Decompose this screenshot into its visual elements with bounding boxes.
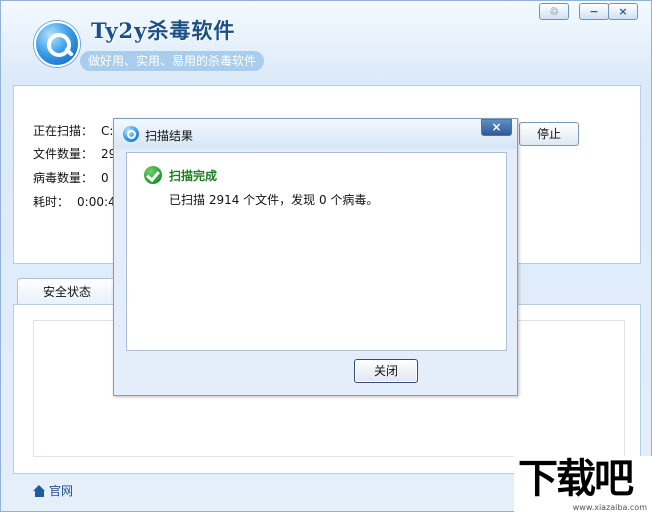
- scan-current-label: 正在扫描：: [33, 124, 94, 138]
- watermark-url: www.xiazaiba.com: [572, 503, 647, 512]
- scan-row-files: 文件数量：291: [33, 145, 124, 162]
- minimize-button[interactable]: −: [579, 3, 609, 20]
- check-circle-icon: [144, 166, 162, 184]
- dialog-close-action-button[interactable]: 关闭: [354, 359, 418, 383]
- dialog-title: 扫描结果: [145, 129, 194, 143]
- homepage-link[interactable]: 官网: [33, 482, 73, 499]
- scan-complete-title: 扫描完成: [169, 169, 218, 183]
- dialog-body: 扫描完成 已扫描 2914 个文件，发现 0 个病毒。: [126, 152, 507, 351]
- app-slogan: 做好用、实用、易用的杀毒软件: [80, 51, 265, 71]
- skin-button[interactable]: ♲: [539, 3, 569, 20]
- app-title: Ty2y杀毒软件: [91, 18, 236, 43]
- tab-security-status[interactable]: 安全状态: [17, 278, 117, 305]
- scan-result-message: 已扫描 2914 个文件，发现 0 个病毒。: [169, 193, 379, 207]
- dialog-close-button[interactable]: ×: [481, 119, 512, 136]
- dialog-titlebar: 扫描结果: [114, 119, 517, 149]
- scan-result-dialog: 扫描结果 × 扫描完成 已扫描 2914 个文件，发现 0 个病毒。 关闭: [113, 118, 518, 396]
- close-button[interactable]: ×: [608, 3, 638, 20]
- dialog-app-icon: [123, 126, 139, 142]
- homepage-label: 官网: [49, 484, 74, 498]
- scan-row-current: 正在扫描： C:\: [33, 122, 117, 139]
- app-logo-icon: [34, 21, 80, 67]
- watermark-logo: 下载吧 www.xiazaiba.com: [514, 456, 652, 512]
- home-icon: [33, 484, 46, 497]
- scan-viruses-label: 病毒数量：: [33, 171, 94, 185]
- scan-row-elapsed: 耗时： 0:00:45: [33, 193, 123, 210]
- scan-files-label: 文件数量：: [33, 147, 94, 161]
- stop-button[interactable]: 停止: [519, 122, 579, 146]
- scan-elapsed-label: 耗时：: [33, 195, 70, 209]
- scan-row-viruses: 病毒数量： 0: [33, 169, 109, 186]
- watermark-logo-text: 下载吧: [518, 456, 634, 502]
- scan-viruses-value: 0: [101, 171, 109, 185]
